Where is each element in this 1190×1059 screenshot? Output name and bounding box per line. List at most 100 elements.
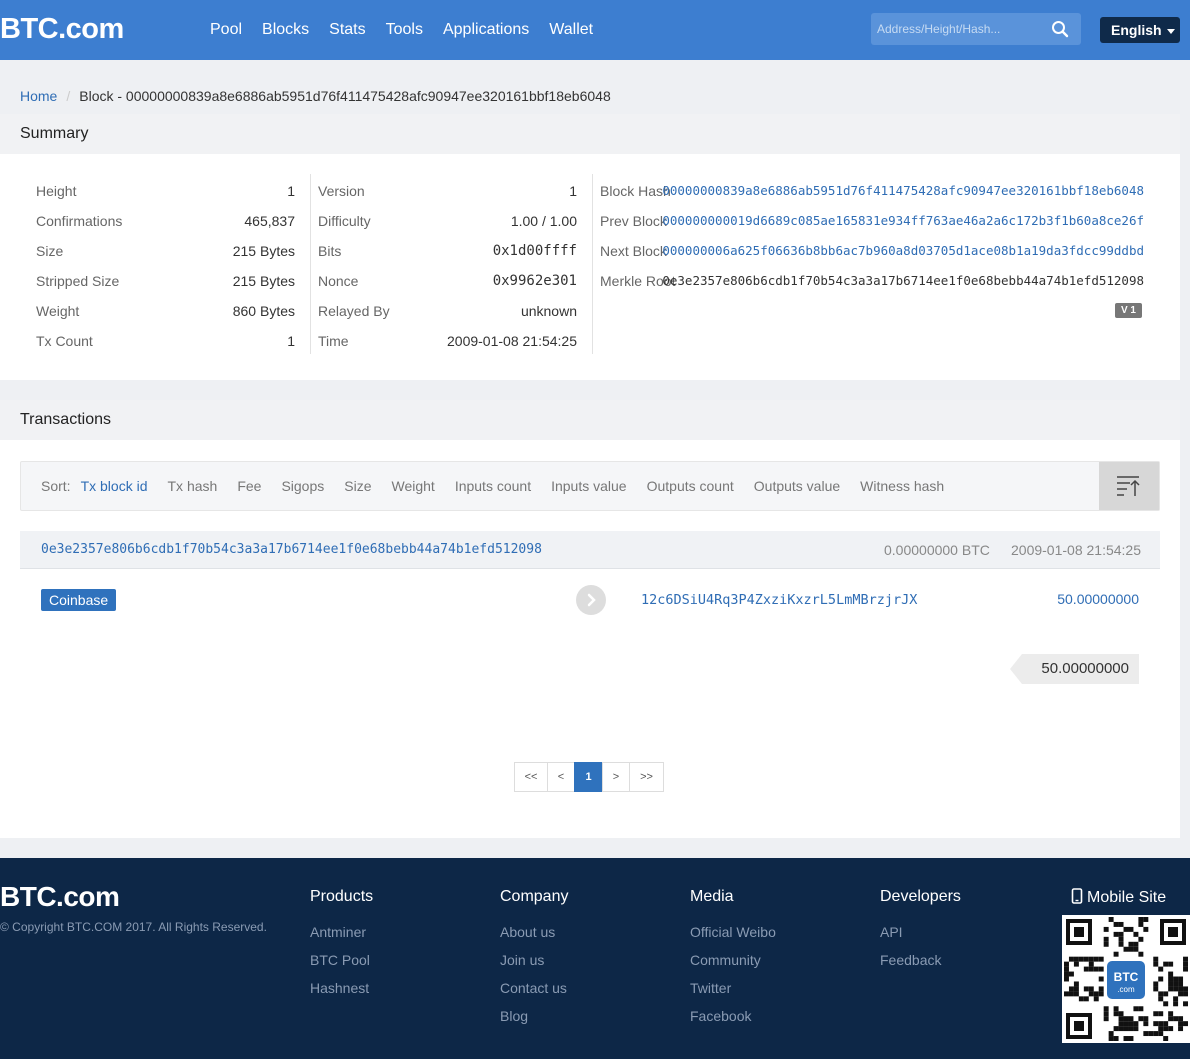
footer-logo[interactable]: BTC.com [0,881,120,913]
sort-inputs-count[interactable]: Inputs count [455,462,531,510]
footer-column-media: Media Official Weibo Community Twitter F… [690,888,776,1034]
page-next-button[interactable]: > [602,762,630,792]
language-dropdown[interactable]: English [1100,17,1180,43]
footer-column-company: Company About us Join us Contact us Blog [500,888,568,1034]
sort-label: Sort: [41,478,71,494]
row-confirmations: Confirmations 465,837 [36,206,295,236]
breadcrumb-home[interactable]: Home [20,88,57,104]
label: Version [318,183,365,199]
sort-sigops[interactable]: Sigops [281,462,324,510]
nav-applications[interactable]: Applications [433,0,539,60]
prev-block-link[interactable]: 000000000019d6689c085ae165831e934ff763ae… [662,206,1144,236]
label: Relayed By [318,303,390,319]
footer-column-products: Products Antminer BTC Pool Hashnest [310,888,373,1006]
row-relayed-by: Relayed By unknown [318,296,577,326]
search-input[interactable] [871,13,1046,45]
footer-link-about-us[interactable]: About us [500,922,568,950]
sort-witness-hash[interactable]: Witness hash [860,462,944,510]
label: Confirmations [36,213,123,229]
row-weight: Weight 860 Bytes [36,296,295,326]
sort-size[interactable]: Size [344,462,371,510]
output-address-link[interactable]: 12c6DSiU4Rq3P4ZxziKxzrL5LmMBrzjrJX [641,592,917,608]
summary-column-1: Height 1 Confirmations 465,837 Size 215 Byt… [36,176,295,356]
version-badge: V 1 [1115,303,1142,318]
footer-link-twitter[interactable]: Twitter [690,978,776,1006]
value: 1 [569,183,577,199]
label: Tx Count [36,333,93,349]
qr-badge-bottom: .com [1117,985,1135,994]
footer-link-btc-pool[interactable]: BTC Pool [310,950,373,978]
transactions-card: Transactions Sort: Tx block id Tx hash F… [0,400,1180,838]
caret-down-icon [1166,28,1175,34]
nav-tools[interactable]: Tools [376,0,433,60]
tx-time: 2009-01-08 21:54:25 [1011,542,1141,558]
tx-header-row: 0e3e2357e806b6cdb1f70b54c3a3a17b6714ee1f… [20,531,1160,569]
footer-column-title: Company [500,888,569,905]
summary-column-2: Version 1 Difficulty 1.00 / 1.00 Bits 0x1d0… [318,176,577,356]
relayed-by-link[interactable]: unknown [521,296,577,326]
tx-fee: 0.00000000 BTC [884,542,990,558]
breadcrumb: Home / Block - 00000000839a8e6886ab5951d76… [20,88,611,104]
mobile-site-link[interactable]: Mobile Site [1071,888,1166,907]
footer-link-facebook[interactable]: Facebook [690,1006,776,1034]
footer-link-community[interactable]: Community [690,950,776,978]
footer-link-blog[interactable]: Blog [500,1006,568,1034]
column-divider [310,174,311,354]
label: Prev Block [600,213,667,229]
footer-link-contact-us[interactable]: Contact us [500,978,568,1006]
row-time: Time 2009-01-08 21:54:25 [318,326,577,356]
footer-link-feedback[interactable]: Feedback [880,950,961,978]
footer-column-developers: Developers API Feedback [880,888,961,978]
block-hash-link[interactable]: 00000000839a8e6886ab5951d76f411475428afc… [662,176,1144,206]
next-block-link[interactable]: 000000006a625f06636b8bb6ac7b960a8d03705d… [662,236,1144,266]
sort-tx-hash[interactable]: Tx hash [168,462,218,510]
page-last-button[interactable]: >> [629,762,664,792]
row-difficulty: Difficulty 1.00 / 1.00 [318,206,577,236]
row-tx-count: Tx Count 1 [36,326,295,356]
page-first-button[interactable]: << [514,762,548,792]
footer-link-official-weibo[interactable]: Official Weibo [690,922,776,950]
page-1-button[interactable]: 1 [574,762,603,792]
coinbase-badge: Coinbase [41,589,117,611]
value: 1 [287,333,295,349]
sort-weight[interactable]: Weight [391,462,434,510]
pagination: << < 1 > >> [514,762,664,792]
label: Bits [318,243,342,259]
nav-pool[interactable]: Pool [200,0,252,60]
copyright: © Copyright BTC.COM 2017. All Rights Res… [0,920,267,934]
footer-link-antminer[interactable]: Antminer [310,922,373,950]
label: Weight [36,303,80,319]
search-box [871,13,1081,45]
footer-link-hashnest[interactable]: Hashnest [310,978,373,1006]
nav-stats[interactable]: Stats [319,0,375,60]
label: Difficulty [318,213,371,229]
language-label: English [1111,22,1162,38]
footer-column-title: Developers [880,888,961,905]
tx-total-value: 50.00000000 [1010,654,1139,684]
column-divider [592,174,593,354]
nav-blocks[interactable]: Blocks [252,0,319,60]
sort-fee[interactable]: Fee [237,462,261,510]
value: 465,837 [244,213,295,229]
footer-link-join-us[interactable]: Join us [500,950,568,978]
nav-wallet[interactable]: Wallet [539,0,603,60]
qr-badge-top: BTC [1114,970,1139,984]
footer-link-api[interactable]: API [880,922,961,950]
page-prev-button[interactable]: < [547,762,575,792]
label: Nonce [318,273,359,289]
label: Stripped Size [36,273,120,289]
value: 2009-01-08 21:54:25 [447,333,577,349]
sort-outputs-value[interactable]: Outputs value [754,462,840,510]
value: 1 [287,183,295,199]
site-logo[interactable]: BTC.com [0,13,124,46]
row-stripped-size: Stripped Size 215 Bytes [36,266,295,296]
search-icon[interactable] [1051,20,1069,38]
sort-outputs-count[interactable]: Outputs count [647,462,734,510]
summary-title: Summary [0,114,1180,154]
value: 0x9962e301 [492,273,577,289]
sort-tx-block-id[interactable]: Tx block id [81,462,148,510]
tx-hash-link[interactable]: 0e3e2357e806b6cdb1f70b54c3a3a17b6714ee1f… [41,542,542,557]
sort-direction-button[interactable] [1099,462,1159,510]
row-size: Size 215 Bytes [36,236,295,266]
sort-inputs-value[interactable]: Inputs value [551,462,627,510]
